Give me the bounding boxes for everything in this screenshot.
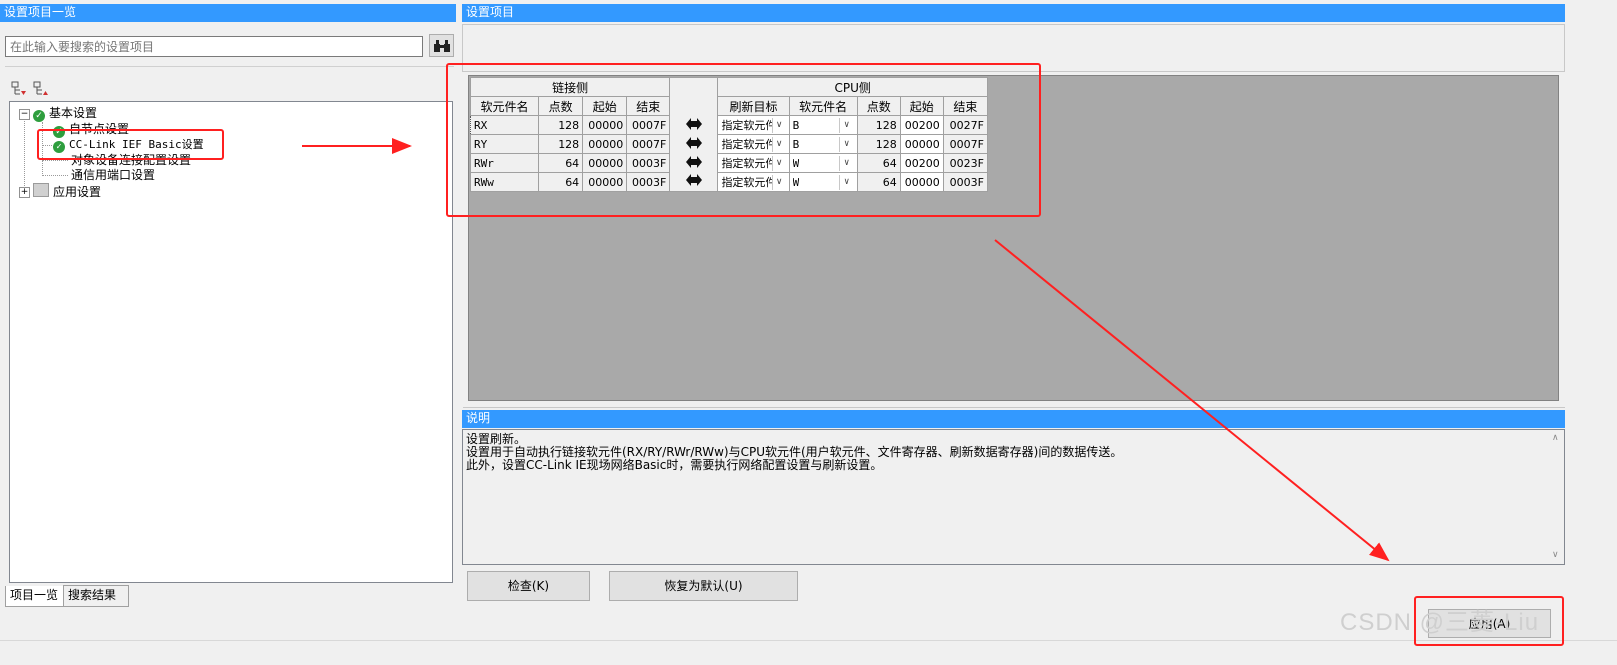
watermark: CSDN @三菱-Liu	[1340, 609, 1540, 636]
arrow-to-apply	[994, 239, 1390, 562]
annotation-arrows	[302, 138, 1390, 562]
